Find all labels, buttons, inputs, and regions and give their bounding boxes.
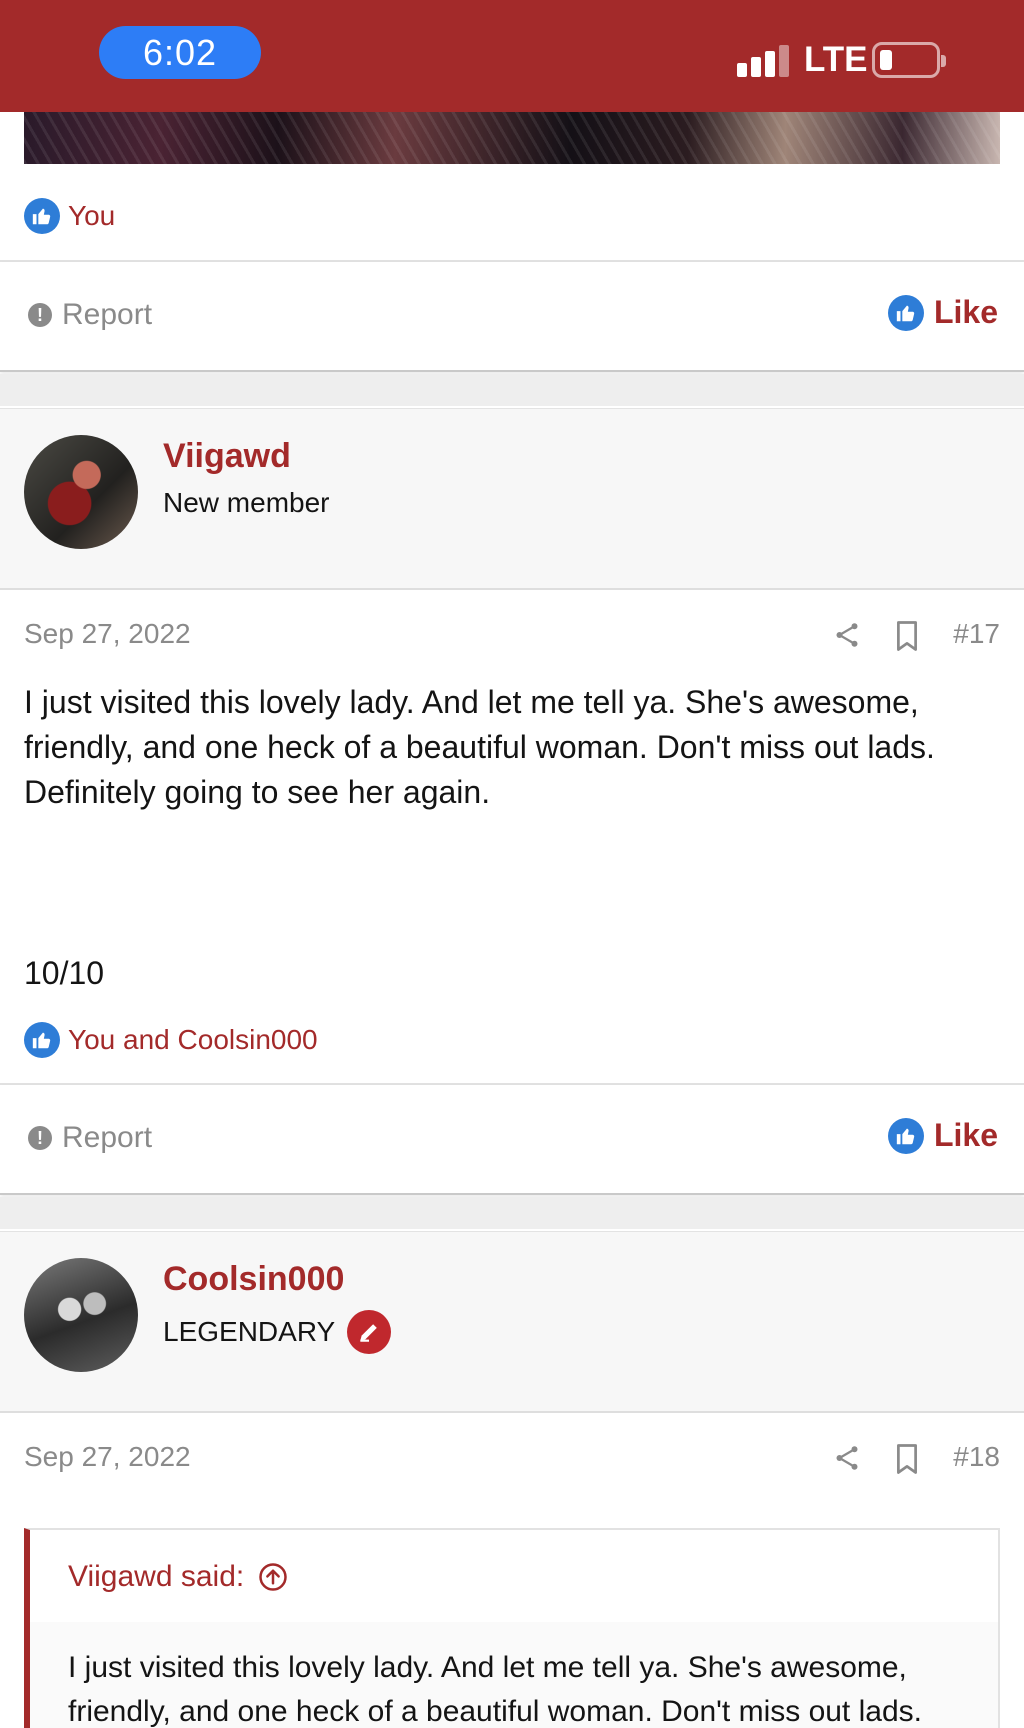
like-button[interactable]: Like xyxy=(887,294,998,331)
user-title-text: LEGENDARY xyxy=(163,1316,336,1347)
post-body: I just visited this lovely lady. And let… xyxy=(24,684,935,810)
post-actions: ! Report Like xyxy=(0,1085,1024,1195)
post-image[interactable] xyxy=(24,112,1000,164)
share-icon[interactable] xyxy=(832,1443,862,1473)
post-user-header: Coolsin000 LEGENDARY xyxy=(0,1231,1024,1413)
avatar[interactable] xyxy=(24,435,138,549)
reaction-text: You xyxy=(68,200,116,231)
thumbs-up-icon xyxy=(887,294,924,331)
reaction-text: You and Coolsin000 xyxy=(68,1024,318,1055)
quote-block: Viigawd said: I just visited this lovely… xyxy=(24,1528,1000,1728)
user-title: LEGENDARY xyxy=(163,1310,392,1354)
thumbs-up-icon xyxy=(887,1117,924,1154)
thumbs-up-icon xyxy=(24,198,60,234)
post-separator xyxy=(0,1197,1024,1229)
bookmark-icon[interactable] xyxy=(892,1443,922,1475)
post-separator xyxy=(0,374,1024,406)
quote-header: Viigawd said: xyxy=(30,1530,998,1622)
username-link[interactable]: Coolsin000 xyxy=(163,1260,344,1299)
post-meta: Sep 27, 2022 #17 xyxy=(24,618,1000,658)
battery-icon xyxy=(872,42,946,78)
bookmark-icon[interactable] xyxy=(892,620,922,652)
report-label: Report xyxy=(62,1121,153,1154)
quote-author: Viigawd said: xyxy=(68,1560,245,1593)
alert-icon: ! xyxy=(28,303,52,327)
post-rating: 10/10 xyxy=(24,955,105,991)
post-date[interactable]: Sep 27, 2022 xyxy=(24,618,191,650)
alert-icon: ! xyxy=(28,1126,52,1150)
network-type: LTE xyxy=(804,40,868,79)
quote-body: I just visited this lovely lady. And let… xyxy=(68,1651,922,1728)
report-label: Report xyxy=(62,298,153,331)
report-button[interactable]: ! Report xyxy=(28,298,152,332)
username-link[interactable]: Viigawd xyxy=(163,437,291,476)
status-bar: 6:02 LTE xyxy=(0,0,1024,112)
user-title-text: New member xyxy=(163,487,330,518)
quote-author-link[interactable]: Viigawd said: xyxy=(68,1560,288,1594)
post-user-header: Viigawd New member xyxy=(0,408,1024,590)
pencil-badge-icon xyxy=(347,1310,392,1354)
report-button[interactable]: ! Report xyxy=(28,1121,152,1155)
thumbs-up-icon xyxy=(24,1022,60,1058)
post-number[interactable]: #18 xyxy=(953,1441,1000,1473)
signal-strength-icon xyxy=(737,45,793,77)
reaction-summary[interactable]: You and Coolsin000 xyxy=(24,1022,318,1058)
user-title: New member xyxy=(163,487,329,519)
post-number[interactable]: #17 xyxy=(953,618,1000,650)
post-meta: Sep 27, 2022 #18 xyxy=(24,1441,1000,1481)
post-actions: ! Report Like xyxy=(0,262,1024,372)
post-date[interactable]: Sep 27, 2022 xyxy=(24,1441,191,1473)
like-button[interactable]: Like xyxy=(887,1117,998,1154)
reaction-summary[interactable]: You xyxy=(24,198,115,234)
avatar[interactable] xyxy=(24,1258,138,1372)
like-label: Like xyxy=(933,1117,998,1153)
status-time: 6:02 xyxy=(99,26,261,79)
share-icon[interactable] xyxy=(832,620,862,650)
like-label: Like xyxy=(933,294,998,330)
arrow-up-circle-icon[interactable] xyxy=(258,1562,288,1592)
